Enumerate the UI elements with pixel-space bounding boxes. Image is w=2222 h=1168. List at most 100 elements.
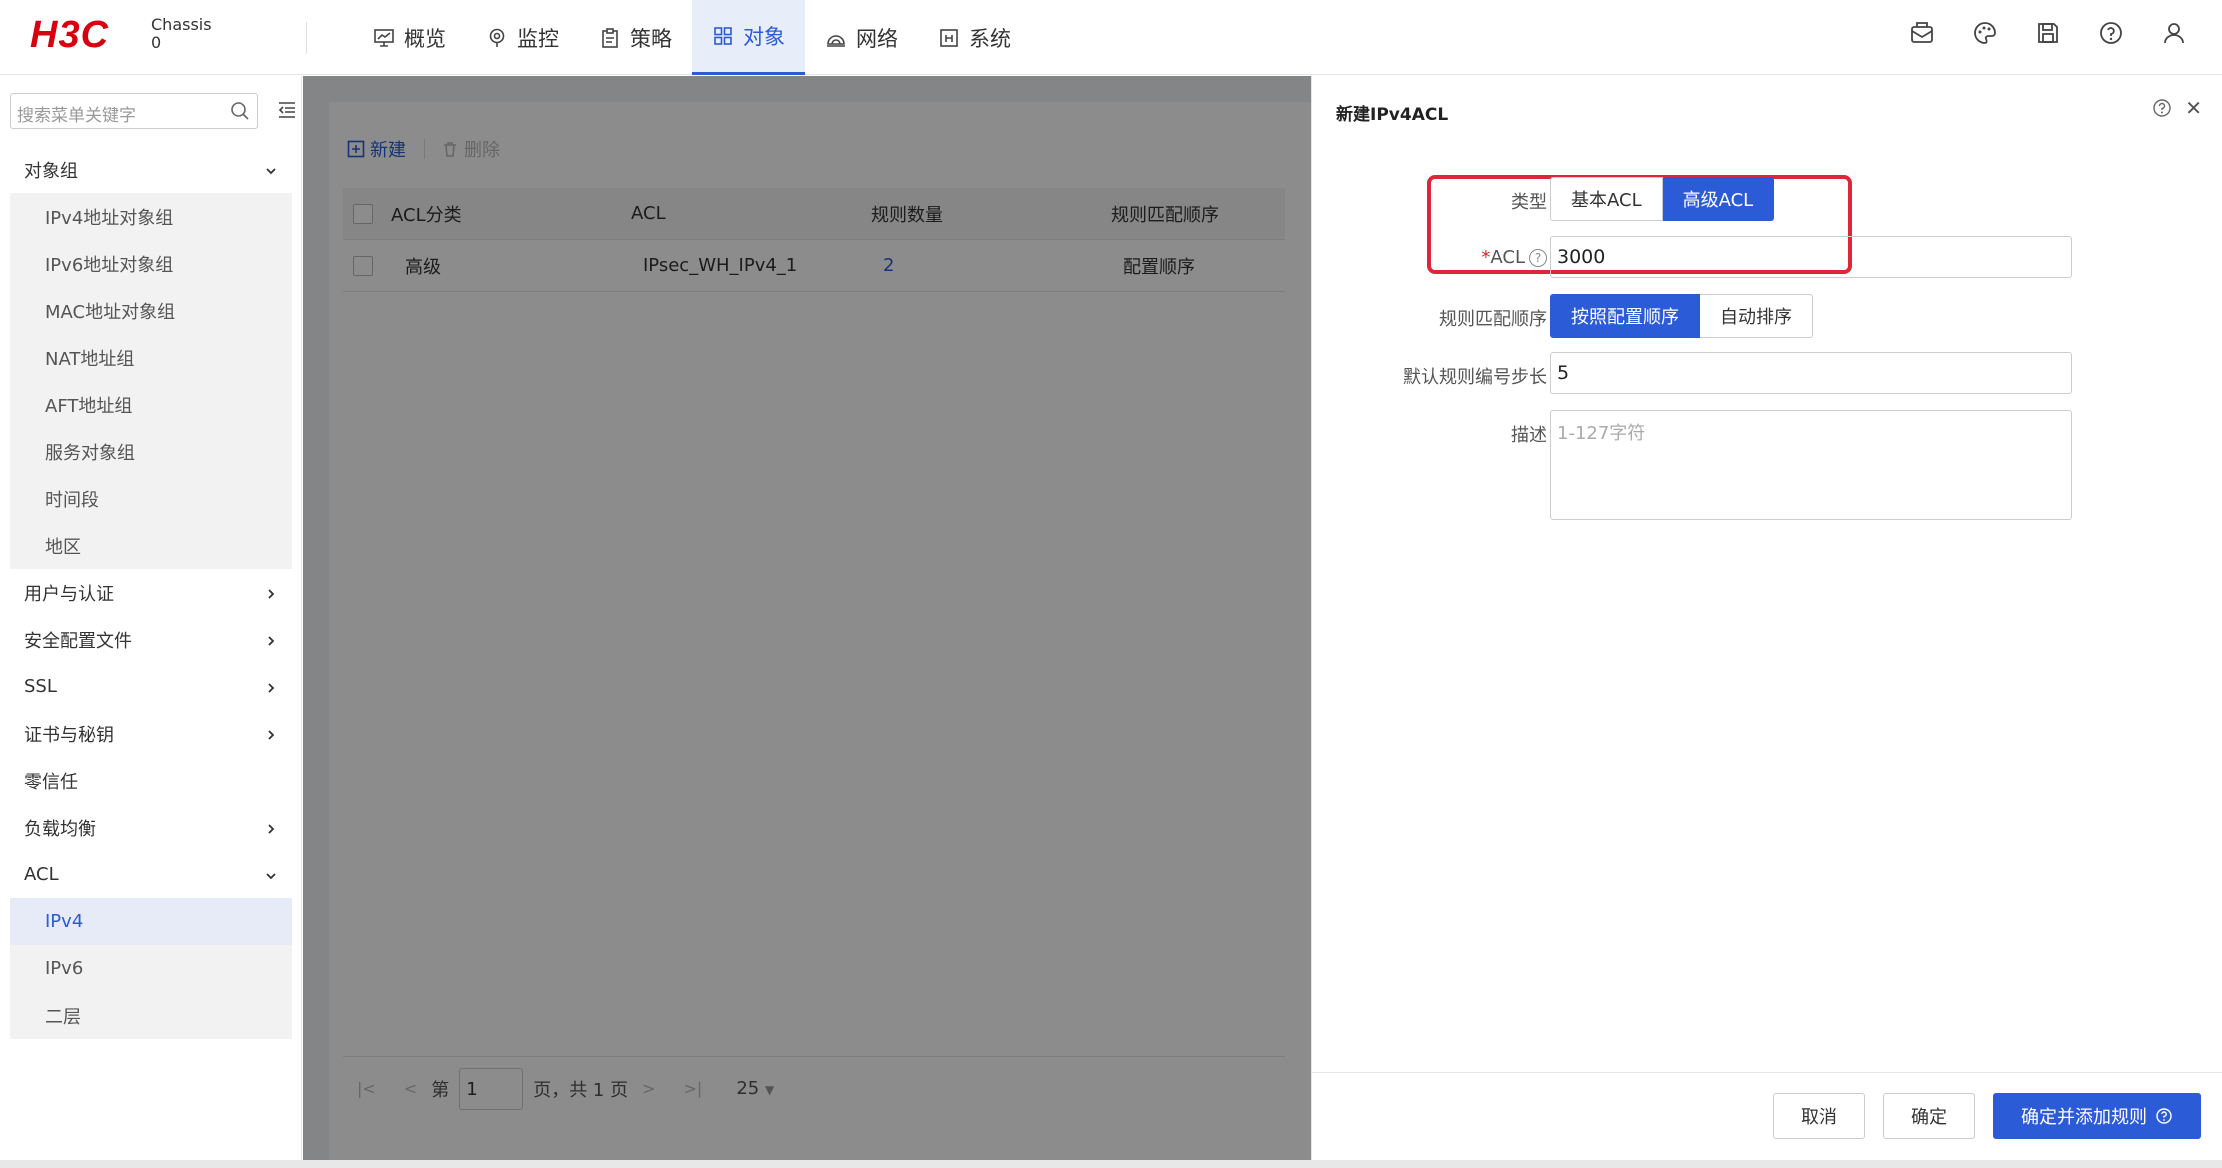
- divider: [306, 22, 307, 54]
- chevron-right-icon: [264, 585, 278, 606]
- chevron-down-icon: [264, 867, 278, 888]
- menu-group-zero-trust[interactable]: 零信任: [10, 757, 292, 804]
- main-nav: 概览 监控 策略 对象 网络 系统: [353, 0, 1031, 75]
- sidebar-item-region[interactable]: 地区: [10, 522, 292, 569]
- sidebar-item-ipv6[interactable]: IPv6: [10, 945, 292, 992]
- menu-group-object-group[interactable]: 对象组: [10, 146, 292, 193]
- monitor-icon: [373, 27, 395, 49]
- acl-label: *ACL?: [1481, 247, 1547, 268]
- sidebar-menu: 对象组 IPv4地址对象组 IPv6地址对象组 MAC地址对象组 NAT地址组 …: [10, 146, 292, 1039]
- chevron-right-icon: [264, 726, 278, 747]
- nav-object[interactable]: 对象: [692, 0, 805, 75]
- top-right-icons: [1907, 18, 2222, 48]
- collapse-sidebar-icon[interactable]: [277, 100, 297, 125]
- user-icon[interactable]: [2159, 18, 2189, 48]
- menu-search-input[interactable]: 搜索菜单关键字: [10, 93, 258, 129]
- object-group-submenu: IPv4地址对象组 IPv6地址对象组 MAC地址对象组 NAT地址组 AFT地…: [10, 193, 292, 569]
- nav-object-label: 对象: [743, 25, 785, 49]
- nav-monitor-label: 监控: [517, 26, 559, 51]
- clipboard-icon: [599, 27, 621, 49]
- acl-row: *ACL? 3000: [1312, 236, 2222, 280]
- help-icon: [2155, 1107, 2173, 1125]
- cancel-button[interactable]: 取消: [1773, 1093, 1865, 1139]
- acl-submenu: IPv4 IPv6 二层: [10, 898, 292, 1039]
- mail-icon[interactable]: [1907, 18, 1937, 48]
- step-label: 默认规则编号步长: [1403, 367, 1547, 388]
- sidebar-item-mac-address-group[interactable]: MAC地址对象组: [10, 287, 292, 334]
- menu-group-ssl[interactable]: SSL: [10, 663, 292, 710]
- nav-monitor[interactable]: 监控: [466, 0, 579, 75]
- menu-group-load-balance[interactable]: 负载均衡: [10, 804, 292, 851]
- sidebar: 搜索菜单关键字 对象组 IPv4地址对象组 IPv6地址对象组 MAC地址对象组…: [0, 76, 302, 1168]
- close-icon[interactable]: ✕: [2185, 96, 2202, 120]
- type-label: 类型: [1511, 192, 1547, 213]
- rule-step-input[interactable]: 5: [1550, 352, 2072, 394]
- question-icon[interactable]: ?: [1529, 249, 1547, 267]
- acl-label-text: ACL: [1490, 247, 1525, 268]
- palette-icon[interactable]: [1970, 18, 2000, 48]
- sidebar-item-layer2[interactable]: 二层: [10, 992, 292, 1039]
- device-number: 0: [151, 33, 162, 52]
- chevron-down-icon: [264, 162, 278, 183]
- help-icon[interactable]: [2096, 18, 2126, 48]
- type-basic-acl-option[interactable]: 基本ACL: [1550, 177, 1663, 221]
- menu-group-cert-key[interactable]: 证书与秘钥: [10, 710, 292, 757]
- sidebar-item-time-range[interactable]: 时间段: [10, 475, 292, 522]
- nav-policy-label: 策略: [630, 26, 672, 51]
- sidebar-item-ipv4[interactable]: IPv4: [10, 898, 292, 945]
- chevron-right-icon: [264, 679, 278, 700]
- order-config-option[interactable]: 按照配置顺序: [1550, 294, 1700, 338]
- horizontal-scrollbar[interactable]: [0, 1160, 2222, 1168]
- h3c-logo: H3C: [30, 14, 110, 56]
- nav-network[interactable]: 网络: [805, 0, 918, 75]
- nav-system-label: 系统: [969, 26, 1011, 51]
- drawer-title: 新建IPv4ACL: [1336, 105, 1449, 125]
- type-selector: 基本ACL 高级ACL: [1550, 177, 1775, 221]
- search-icon[interactable]: [229, 100, 251, 127]
- search-placeholder: 搜索菜单关键字: [17, 106, 136, 126]
- device-info: Chassis 0: [151, 16, 212, 52]
- type-advanced-acl-option[interactable]: 高级ACL: [1662, 177, 1775, 221]
- top-bar: H3C Chassis 0 概览 监控 策略 对象 网络 系统: [0, 0, 2222, 75]
- sidebar-item-ipv6-address-group[interactable]: IPv6地址对象组: [10, 240, 292, 287]
- menu-group-label: 对象组: [24, 160, 78, 182]
- step-row: 默认规则编号步长 5: [1312, 352, 2222, 396]
- menu-group-user-auth[interactable]: 用户与认证: [10, 569, 292, 616]
- modal-overlay[interactable]: [303, 76, 1311, 1168]
- sidebar-item-service-group[interactable]: 服务对象组: [10, 428, 292, 475]
- match-order-row: 规则匹配顺序 按照配置顺序 自动排序: [1312, 294, 2222, 338]
- chevron-right-icon: [264, 820, 278, 841]
- sidebar-item-ipv4-address-group[interactable]: IPv4地址对象组: [10, 193, 292, 240]
- order-auto-option[interactable]: 自动排序: [1700, 294, 1813, 338]
- menu-group-label: 用户与认证: [24, 583, 114, 605]
- nav-overview[interactable]: 概览: [353, 0, 466, 75]
- match-order-selector: 按照配置顺序 自动排序: [1550, 294, 1813, 338]
- menu-group-label: 安全配置文件: [24, 630, 132, 652]
- match-order-label: 规则匹配顺序: [1439, 309, 1547, 330]
- type-row: 类型 基本ACL 高级ACL: [1312, 177, 2222, 221]
- ok-and-add-rule-button[interactable]: 确定并添加规则: [1993, 1093, 2201, 1139]
- menu-group-label: ACL: [24, 864, 59, 885]
- menu-group-security-profile[interactable]: 安全配置文件: [10, 616, 292, 663]
- ok-button[interactable]: 确定: [1883, 1093, 1975, 1139]
- menu-group-acl[interactable]: ACL: [10, 851, 292, 898]
- info-box-icon: [938, 27, 960, 49]
- menu-group-label: SSL: [24, 676, 57, 697]
- drawer-footer: 取消 确定 确定并添加规则: [1312, 1072, 2222, 1168]
- chevron-right-icon: [264, 632, 278, 653]
- acl-number-input[interactable]: 3000: [1550, 236, 2072, 278]
- nav-system[interactable]: 系统: [918, 0, 1031, 75]
- help-icon[interactable]: [2152, 98, 2172, 123]
- sidebar-item-aft-address-group[interactable]: AFT地址组: [10, 381, 292, 428]
- menu-group-label: 零信任: [24, 771, 78, 793]
- device-name: Chassis: [151, 15, 212, 34]
- description-textarea[interactable]: 1-127字符: [1550, 410, 2072, 520]
- nav-policy[interactable]: 策略: [579, 0, 692, 75]
- menu-group-label: 证书与秘钥: [24, 724, 114, 746]
- location-icon: [486, 27, 508, 49]
- nav-network-label: 网络: [856, 26, 898, 51]
- description-row: 描述 1-127字符: [1312, 410, 2222, 520]
- save-icon[interactable]: [2033, 18, 2063, 48]
- sidebar-item-nat-address-group[interactable]: NAT地址组: [10, 334, 292, 381]
- description-label: 描述: [1511, 425, 1547, 446]
